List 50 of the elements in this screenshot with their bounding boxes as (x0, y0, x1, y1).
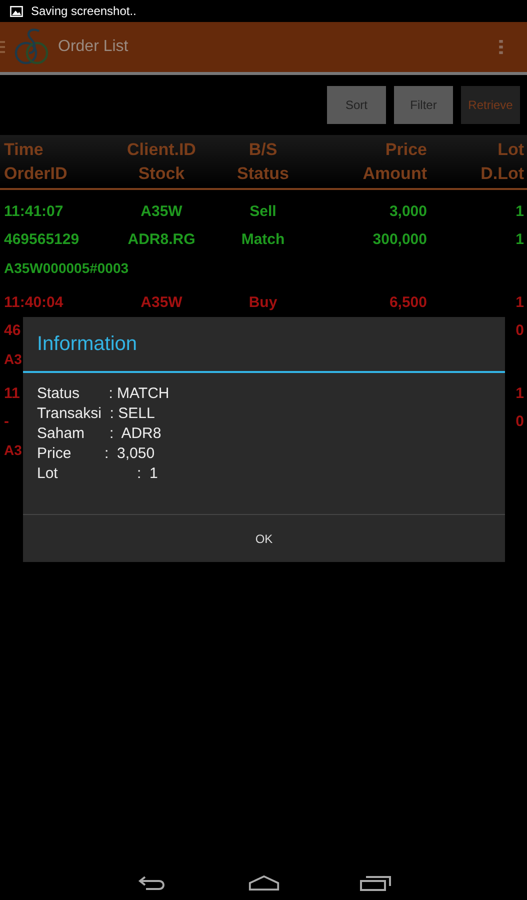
image-icon (10, 6, 23, 16)
ok-button[interactable]: OK (23, 515, 505, 562)
toolbar-button[interactable]: Filter (394, 86, 453, 124)
home-icon[interactable] (248, 874, 280, 892)
time-cell-text: 11:41:07 (4, 202, 64, 222)
side-cell-text: Sell (250, 202, 276, 222)
price-cell-text: 3,000 (389, 202, 427, 222)
dialog-title: Information (37, 332, 138, 356)
column-header: OrderID (4, 163, 68, 185)
column-header: Amount (362, 163, 427, 185)
side-cell-text: Buy (248, 293, 278, 313)
column-header: B/S (248, 139, 278, 161)
client-id-cell-text: A35W (140, 293, 182, 313)
dialog-text-line: Status : MATCH (37, 384, 170, 404)
lot-cell-text: 1 (516, 293, 524, 313)
column-header: Client.ID (127, 139, 196, 161)
order-id-cell-text: 46 (4, 321, 21, 341)
toolbar-button[interactable]: Sort (327, 86, 386, 124)
column-header: Status (237, 163, 289, 185)
client-id-cell-text: A35W (140, 202, 182, 222)
stock-cell-text: ADR8.RG (128, 230, 196, 250)
time-cell-text: 11:40:04 (4, 293, 64, 313)
order-reference: A35W000005#0003 (4, 260, 129, 276)
column-header: Lot (498, 139, 524, 161)
column-header: Time (4, 139, 44, 161)
d-lot-cell-text: 1 (516, 230, 524, 250)
logo-icon (13, 27, 51, 67)
status-cell-text: Match (241, 230, 285, 250)
column-header: Stock (138, 163, 185, 185)
screen-title: Order List (58, 38, 130, 56)
price-cell-text: 6,500 (389, 293, 427, 313)
lot-cell-text: 1 (516, 202, 524, 222)
dialog-text-line: Transaksi : SELL (37, 404, 156, 424)
column-header: D.Lot (480, 163, 524, 185)
order-id-cell-text: - (4, 412, 9, 432)
back-icon[interactable] (136, 874, 168, 892)
time-cell-text: 11 (4, 384, 20, 404)
recent-apps-icon[interactable] (360, 874, 392, 892)
lot-cell-text: 1 (516, 384, 524, 404)
column-header: Price (385, 139, 427, 161)
amount-cell-text: 300,000 (372, 230, 427, 250)
order-reference: A3 (4, 442, 22, 458)
order-reference: A3 (4, 351, 22, 367)
order-id-cell-text: 469565129 (4, 230, 80, 250)
dialog-text-line: Price : 3,050 (37, 444, 156, 464)
dialog-text-line: Saham : ADR8 (37, 424, 162, 444)
notification-text: Saving screenshot.. (31, 4, 136, 18)
d-lot-cell-text: 0 (516, 412, 524, 432)
d-lot-cell-text: 0 (516, 321, 524, 341)
dialog-text-line: Lot : 1 (37, 464, 159, 484)
